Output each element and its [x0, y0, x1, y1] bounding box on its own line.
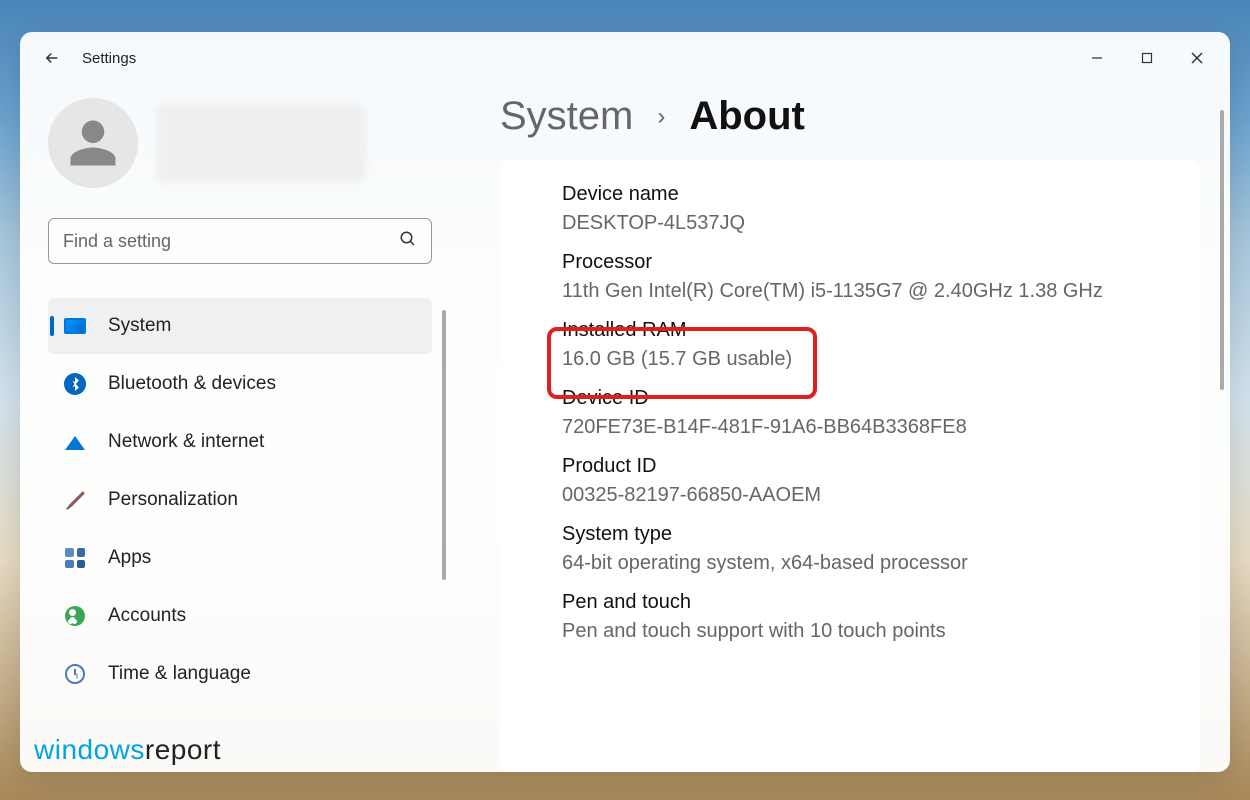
nav-list: System Bluetooth & devices Network & int…: [48, 298, 432, 702]
processor-value: 11th Gen Intel(R) Core(TM) i5-1135G7 @ 2…: [562, 280, 1162, 303]
sidebar: System Bluetooth & devices Network & int…: [20, 84, 460, 772]
minimize-button[interactable]: [1072, 38, 1122, 78]
system-type-value: 64-bit operating system, x64-based proce…: [562, 552, 1162, 575]
sidebar-item-time[interactable]: Time & language: [48, 646, 432, 702]
sidebar-item-bluetooth[interactable]: Bluetooth & devices: [48, 356, 432, 412]
device-name-value: DESKTOP-4L537JQ: [562, 212, 1162, 235]
sidebar-item-apps[interactable]: Apps: [48, 530, 432, 586]
close-button[interactable]: [1172, 38, 1222, 78]
sidebar-item-label: Network & internet: [108, 431, 264, 453]
titlebar: Settings: [20, 32, 1230, 84]
chevron-right-icon: ›: [657, 103, 665, 131]
main-scrollbar[interactable]: [1220, 110, 1224, 390]
sidebar-item-label: Time & language: [108, 663, 251, 685]
device-id-value: 720FE73E-B14F-481F-91A6-BB64B3368FE8: [562, 416, 1162, 439]
account-icon: [64, 605, 86, 627]
sidebar-item-label: Accounts: [108, 605, 186, 627]
breadcrumb-parent[interactable]: System: [500, 94, 633, 139]
search-input[interactable]: [63, 231, 399, 252]
maximize-button[interactable]: [1122, 38, 1172, 78]
back-button[interactable]: [34, 40, 70, 76]
product-id-value: 00325-82197-66850-AAOEM: [562, 484, 1162, 507]
system-type-label: System type: [562, 523, 1162, 546]
sidebar-item-system[interactable]: System: [48, 298, 432, 354]
wifi-icon: [64, 431, 86, 453]
ram-value: 16.0 GB (15.7 GB usable): [562, 348, 1162, 371]
bluetooth-icon: [64, 373, 86, 395]
sidebar-item-label: Personalization: [108, 489, 238, 511]
sidebar-item-network[interactable]: Network & internet: [48, 414, 432, 470]
sidebar-scrollbar[interactable]: [442, 310, 446, 580]
device-id-label: Device ID: [562, 387, 1162, 410]
system-icon: [64, 315, 86, 337]
breadcrumb-current: About: [689, 94, 805, 139]
avatar-icon: [48, 98, 138, 188]
brush-icon: [64, 489, 86, 511]
pen-touch-value: Pen and touch support with 10 touch poin…: [562, 620, 1162, 643]
user-name-redacted: [156, 104, 366, 182]
settings-window: Settings Syste: [20, 32, 1230, 772]
user-profile[interactable]: [48, 98, 432, 188]
sidebar-item-label: Bluetooth & devices: [108, 373, 276, 395]
breadcrumb: System › About: [500, 94, 1200, 139]
processor-label: Processor: [562, 251, 1162, 274]
window-title: Settings: [82, 50, 136, 67]
device-name-label: Device name: [562, 183, 1162, 206]
main-content: System › About Device name DESKTOP-4L537…: [460, 84, 1230, 772]
apps-icon: [64, 547, 86, 569]
window-controls: [1072, 38, 1222, 78]
device-specs-card: Device name DESKTOP-4L537JQ Processor 11…: [500, 161, 1200, 772]
sidebar-item-personalization[interactable]: Personalization: [48, 472, 432, 528]
pen-touch-label: Pen and touch: [562, 591, 1162, 614]
ram-label: Installed RAM: [562, 319, 1162, 342]
sidebar-item-label: System: [108, 315, 171, 337]
search-box[interactable]: [48, 218, 432, 264]
sidebar-item-accounts[interactable]: Accounts: [48, 588, 432, 644]
sidebar-item-label: Apps: [108, 547, 151, 569]
search-icon: [399, 230, 417, 253]
product-id-label: Product ID: [562, 455, 1162, 478]
clock-icon: [64, 663, 86, 685]
